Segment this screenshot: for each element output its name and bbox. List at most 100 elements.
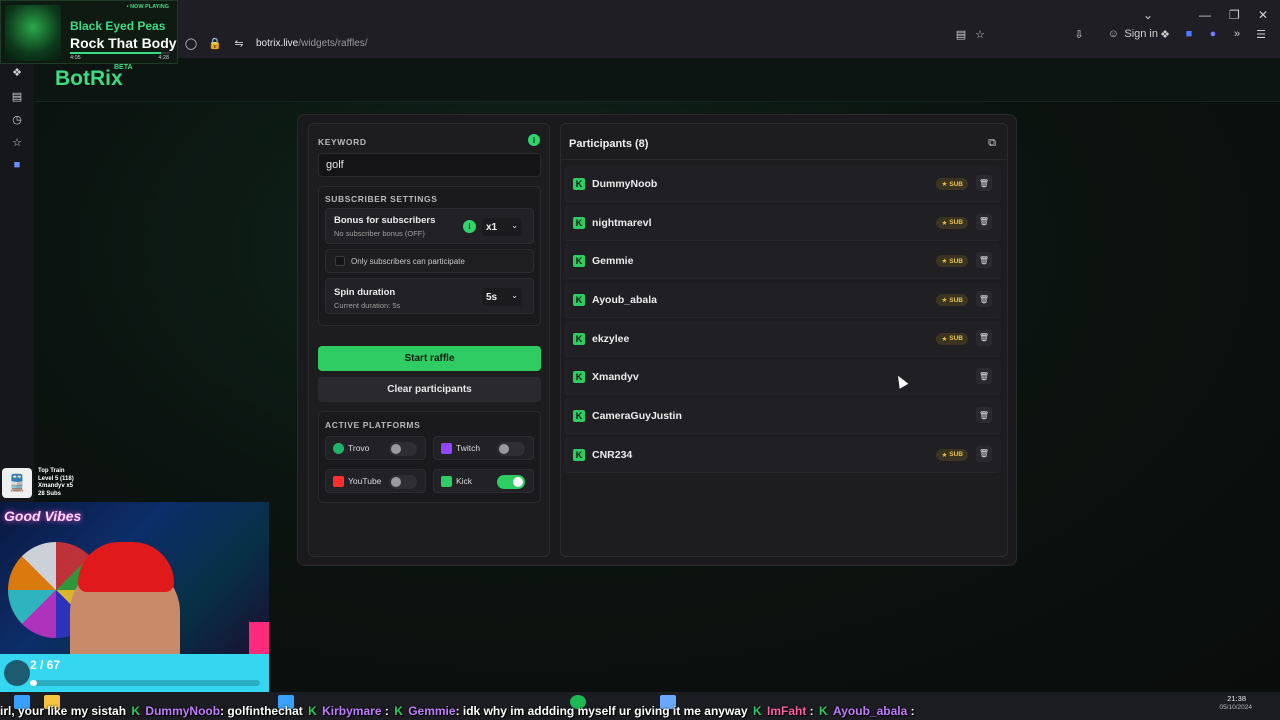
- chevron-down-icon: ⌄: [511, 291, 518, 300]
- sign-in-label: Sign in: [1124, 28, 1158, 40]
- page-info-icon[interactable]: ⇋: [232, 36, 246, 50]
- kick-icon: K: [573, 410, 585, 423]
- track-progress-fill: [70, 52, 161, 54]
- delete-participant-icon[interactable]: 🗑: [976, 175, 992, 191]
- shield-extension-icon[interactable]: ■: [1182, 27, 1196, 41]
- profile-extension-icon[interactable]: ●: [1206, 27, 1220, 41]
- url-path: /widgets/raffles/: [298, 37, 368, 49]
- active-platforms: ACTIVE PLATFORMS Trovo Twitch YouTube Ki…: [318, 411, 541, 503]
- spin-duration-select[interactable]: 5s ⌄: [482, 288, 522, 306]
- kick-icon: K: [573, 294, 585, 307]
- train-line-2: Level 5 (118): [38, 475, 74, 482]
- more-tools-icon[interactable]: »: [1230, 27, 1244, 41]
- toggle-knob: [513, 477, 523, 487]
- track-elapsed: 4:05: [70, 55, 81, 61]
- account-icon: ☺: [1107, 28, 1119, 40]
- participant-row: K Xmandyv 🗑: [564, 359, 1001, 396]
- track-progress: [70, 52, 170, 54]
- sidebar-history-icon[interactable]: ▤: [10, 90, 24, 104]
- delete-participant-icon[interactable]: 🗑: [976, 291, 992, 308]
- bookmark-star-icon[interactable]: ☆: [973, 27, 987, 41]
- only-subscribers-option[interactable]: Only subscribers can participate: [325, 249, 534, 273]
- chat-ticker: irl, your like my sistah K DummyNoob: go…: [0, 704, 1280, 720]
- train-icon: 🚆: [2, 468, 32, 498]
- start-raffle-button[interactable]: Start raffle: [318, 346, 541, 371]
- maximize-icon[interactable]: ❐: [1229, 8, 1240, 22]
- delete-participant-icon[interactable]: 🗑: [976, 368, 992, 385]
- participant-name: CNR234: [592, 448, 633, 461]
- chat-username: Gemmie: [408, 704, 456, 718]
- toggle-knob: [391, 444, 401, 454]
- beta-badge: BETA: [114, 64, 133, 71]
- star-icon: ★: [941, 258, 948, 266]
- sub-label: SUB: [949, 335, 963, 343]
- participant-name: CameraGuyJustin: [592, 410, 682, 423]
- participant-row: K Gemmie ★ SUB 🗑: [564, 243, 1001, 280]
- bonus-info-icon[interactable]: i: [463, 220, 476, 233]
- twitch-toggle[interactable]: [497, 442, 525, 456]
- delete-participant-icon[interactable]: 🗑: [976, 407, 992, 424]
- chat-message: :: [809, 704, 814, 718]
- goal-overlay: 2 / 67: [0, 654, 269, 692]
- participant-row: K CNR234 ★ SUB 🗑: [564, 436, 1001, 473]
- twitch-icon: [441, 443, 452, 454]
- delete-participant-icon[interactable]: 🗑: [976, 252, 992, 269]
- bonus-subtitle: No subscriber bonus (OFF): [334, 229, 425, 238]
- menu-icon[interactable]: ☰: [1254, 27, 1268, 41]
- webcam-overlay: Good Vibes: [0, 502, 269, 654]
- only-subscribers-checkbox[interactable]: [335, 256, 345, 266]
- title-bar: ⌄ — ❐ ✕: [0, 0, 1280, 30]
- kick-toggle[interactable]: [497, 475, 525, 489]
- clock-icon[interactable]: ◷: [10, 113, 24, 127]
- chat-message: : idk why im addding myself ur giving it…: [455, 704, 748, 718]
- url-text[interactable]: botrix.live/widgets/raffles/: [256, 38, 368, 49]
- delete-participant-icon[interactable]: 🗑: [976, 445, 992, 462]
- clear-participants-button[interactable]: Clear participants: [318, 377, 541, 402]
- sub-label: SUB: [949, 257, 963, 265]
- platform-name: Twitch: [456, 443, 481, 453]
- train-info: Top Train Level 5 (118) Xmandyv x5 28 Su…: [38, 468, 74, 498]
- sidebar-extension-icon[interactable]: ❖: [10, 66, 24, 80]
- star-icon: ★: [941, 451, 948, 459]
- trovo-toggle[interactable]: [389, 442, 417, 456]
- platform-name: YouTube: [348, 476, 382, 486]
- participant-name: nightmarevl: [592, 216, 652, 229]
- youtube-toggle[interactable]: [389, 475, 417, 489]
- brand-logo[interactable]: BotRix: [55, 67, 123, 91]
- download-icon[interactable]: ⇩: [1072, 27, 1086, 41]
- keyword-info-icon[interactable]: i: [528, 134, 540, 146]
- goal-avatar: [4, 660, 30, 686]
- participant-row: Knightmarevl ★ SUB 🗑: [564, 204, 1001, 241]
- extension-icon[interactable]: ❖: [1158, 27, 1172, 41]
- spin-select-value: 5s: [486, 291, 498, 303]
- toggle-knob: [499, 444, 509, 454]
- sign-in-button[interactable]: ☺ Sign in: [1106, 27, 1158, 41]
- sidebar-app-icon[interactable]: ■: [10, 159, 24, 173]
- chat-message: :: [910, 704, 915, 718]
- reader-view-icon[interactable]: ▤: [954, 27, 968, 41]
- bonus-select[interactable]: x1 ⌄: [482, 218, 522, 236]
- delete-participant-icon[interactable]: 🗑: [976, 329, 992, 346]
- kick-icon: K: [573, 255, 585, 268]
- bonus-setting: Bonus for subscribers No subscriber bonu…: [325, 208, 534, 244]
- delete-participant-icon[interactable]: 🗑: [976, 213, 992, 230]
- lock-icon[interactable]: 🔒: [208, 36, 222, 50]
- minimize-icon[interactable]: —: [1199, 8, 1211, 22]
- track-artist: Black Eyed Peas: [70, 19, 166, 33]
- active-platforms-title: ACTIVE PLATFORMS: [325, 420, 421, 430]
- close-icon[interactable]: ✕: [1258, 8, 1268, 22]
- tab-list-chevron-icon[interactable]: ⌄: [1143, 8, 1153, 22]
- shield-icon[interactable]: ◯: [184, 36, 198, 50]
- participant-name: Gemmie: [592, 255, 634, 268]
- sub-badge: ★ SUB: [936, 294, 968, 307]
- participants-title: Participants (8): [569, 138, 649, 150]
- browser-chrome: ⌄ — ❐ ✕ ◯ 🔒 ⇋ botrix.live/widgets/raffle…: [0, 0, 1280, 58]
- bookmarks-icon[interactable]: ☆: [10, 136, 24, 150]
- keyword-input[interactable]: [318, 153, 541, 177]
- copy-icon[interactable]: ⧉: [983, 134, 1001, 152]
- chat-username: Ayoub_abala: [833, 704, 908, 718]
- clock-time[interactable]: 21:38: [1227, 694, 1246, 703]
- sub-badge: ★ SUB: [936, 448, 968, 461]
- spin-duration-setting: Spin duration Current duration: 5s 5s ⌄: [325, 278, 534, 314]
- only-subscribers-label: Only subscribers can participate: [351, 257, 465, 266]
